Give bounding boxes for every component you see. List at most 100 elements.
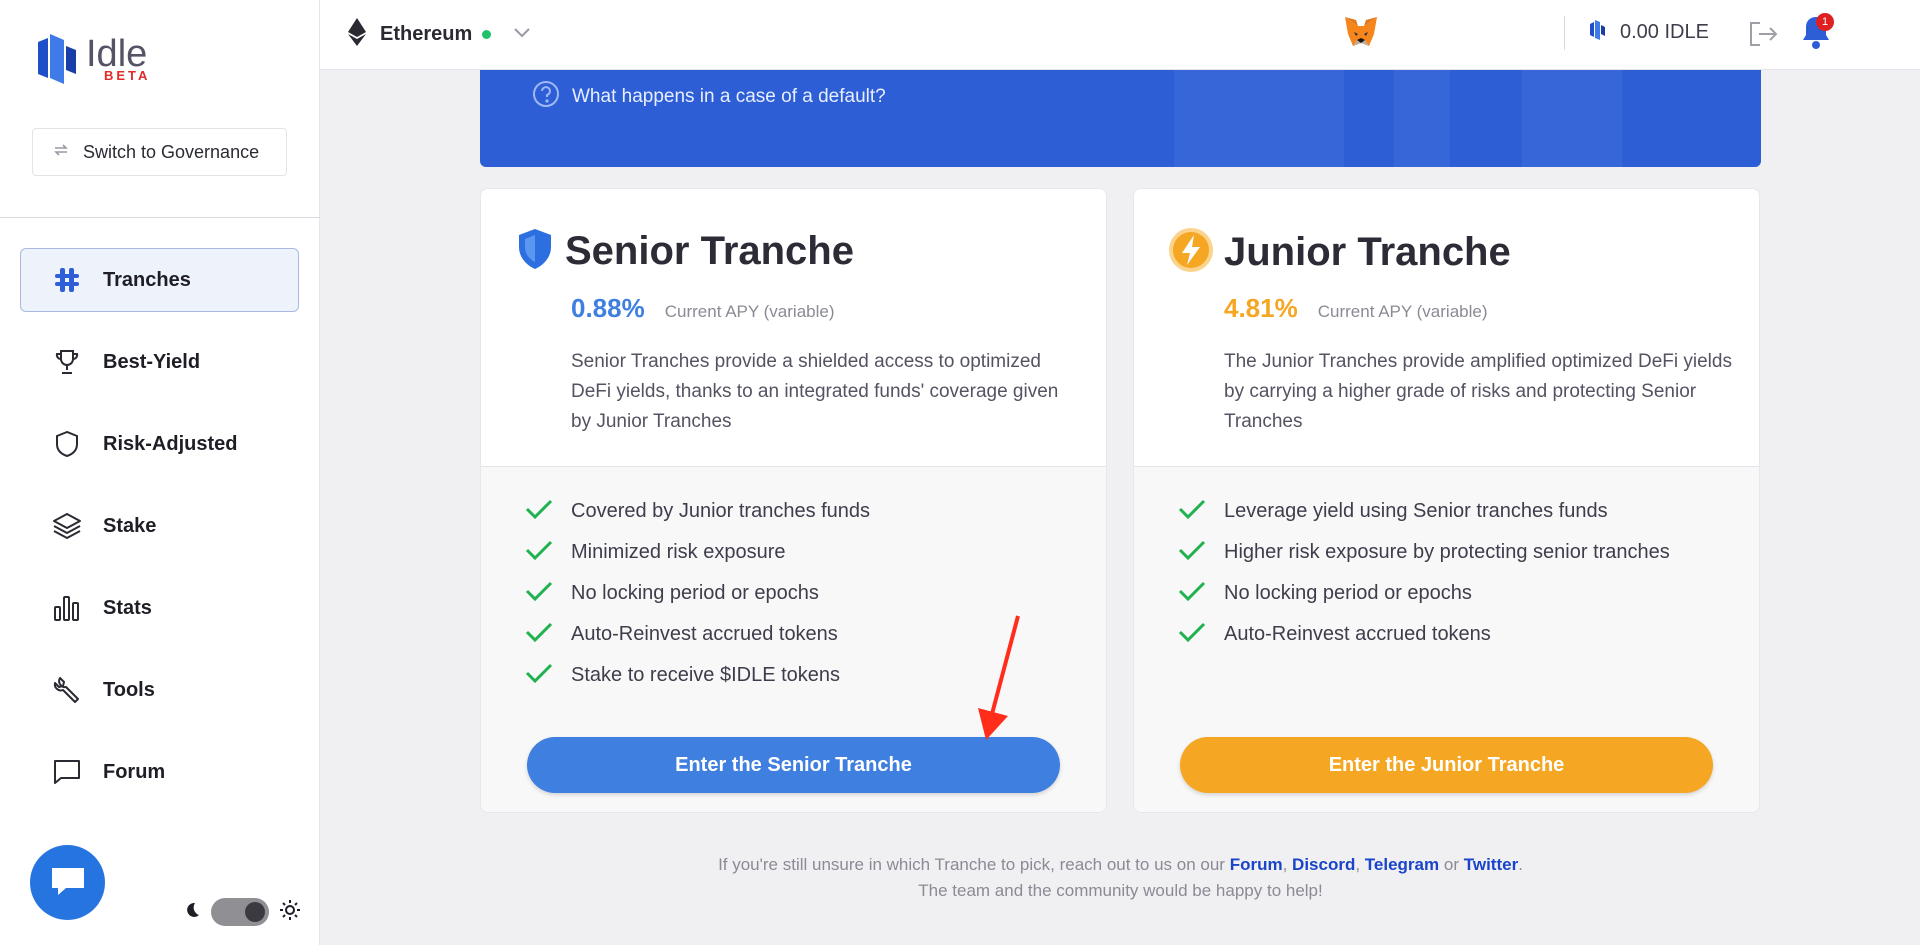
idle-logo-icon <box>38 34 78 84</box>
sidebar-item-tranches[interactable]: Tranches <box>20 248 299 312</box>
check-icon <box>525 498 553 525</box>
feature-text: Minimized risk exposure <box>571 541 786 563</box>
shield-icon <box>51 428 83 460</box>
shield-icon <box>515 227 555 276</box>
feature-text: Auto-Reinvest accrued tokens <box>571 623 838 645</box>
forum-link[interactable]: Forum <box>1230 855 1283 874</box>
question-circle-icon <box>532 80 560 113</box>
feature-text: Higher risk exposure by protecting senio… <box>1224 541 1670 563</box>
tranches-icon <box>51 264 83 296</box>
footer-prefix: If you're still unsure in which Tranche … <box>718 855 1225 874</box>
topbar-divider <box>1564 16 1565 50</box>
feature-text: No locking period or epochs <box>571 582 819 604</box>
network-status-dot <box>482 30 492 39</box>
sidebar-item-label: Stake <box>103 514 157 537</box>
sidebar-item-label: Risk-Adjusted <box>103 432 238 455</box>
topbar: Ethereum 0.00 IDLE 1 <box>320 0 1920 70</box>
layers-icon <box>51 510 83 542</box>
wrench-icon <box>51 674 83 706</box>
network-name: Ethereum <box>380 23 473 45</box>
senior-features-list: Covered by Junior tranches funds Minimiz… <box>525 491 870 696</box>
feature-text: Stake to receive $IDLE tokens <box>571 664 841 686</box>
annotation-arrow <box>970 612 1030 747</box>
notification-count-badge: 1 <box>1816 13 1834 31</box>
sidebar-item-forum[interactable]: Forum <box>20 740 299 804</box>
theme-switcher <box>183 898 301 926</box>
chat-bubble-icon <box>51 756 83 788</box>
switch-to-governance-button[interactable]: Switch to Governance <box>32 128 287 176</box>
sidebar-item-stats[interactable]: Stats <box>20 576 299 640</box>
network-selector[interactable]: Ethereum <box>348 18 531 51</box>
check-icon <box>525 621 553 648</box>
theme-toggle[interactable] <box>211 898 269 926</box>
sidebar-nav: Tranches Best-Yield Risk-Adjusted Stake … <box>20 248 299 822</box>
sidebar-divider <box>0 217 320 218</box>
check-icon <box>1178 580 1206 607</box>
switch-to-governance-label: Switch to Governance <box>83 141 260 162</box>
list-item: No locking period or epochs <box>525 573 870 614</box>
sidebar-item-stake[interactable]: Stake <box>20 494 299 558</box>
chat-icon <box>50 864 86 901</box>
list-item: Minimized risk exposure <box>525 532 870 573</box>
telegram-link[interactable]: Telegram <box>1365 855 1439 874</box>
sidebar-item-label: Forum <box>103 760 166 783</box>
sidebar-item-best-yield[interactable]: Best-Yield <box>20 330 299 394</box>
junior-tranche-description: The Junior Tranches provide amplified op… <box>1224 351 1732 432</box>
junior-tranche-card: Junior Tranche 4.81% Current APY (variab… <box>1133 188 1760 813</box>
twitter-link[interactable]: Twitter <box>1464 855 1518 874</box>
senior-tranche-description: Senior Tranches provide a shielded acces… <box>571 351 1059 432</box>
beta-tag: BETA <box>104 68 151 83</box>
bar-chart-icon <box>51 592 83 624</box>
metamask-fox-icon[interactable] <box>1344 16 1378 53</box>
sidebar-item-tools[interactable]: Tools <box>20 658 299 722</box>
idle-balance[interactable]: 0.00 IDLE <box>1590 20 1709 45</box>
chevron-down-icon[interactable] <box>513 26 531 44</box>
support-chat-button[interactable] <box>30 845 105 920</box>
junior-tranche-title: Junior Tranche <box>1224 230 1511 274</box>
idle-token-icon <box>1590 20 1606 45</box>
lightning-icon <box>1168 227 1214 278</box>
faq-item[interactable]: What happens in a case of a default? <box>532 80 886 113</box>
check-icon <box>1178 621 1206 648</box>
check-icon <box>525 662 553 689</box>
sun-icon <box>279 899 301 926</box>
moon-icon <box>183 901 201 924</box>
feature-text: Covered by Junior tranches funds <box>571 500 871 522</box>
list-item: Stake to receive $IDLE tokens <box>525 655 870 696</box>
idle-balance-amount: 0.00 IDLE <box>1620 21 1709 43</box>
sidebar-item-label: Best-Yield <box>103 350 201 373</box>
senior-apy-label: Current APY (variable) <box>664 302 835 321</box>
check-icon <box>525 580 553 607</box>
list-item: No locking period or epochs <box>1178 573 1670 614</box>
list-item: Auto-Reinvest accrued tokens <box>525 614 870 655</box>
enter-junior-tranche-button[interactable]: Enter the Junior Tranche <box>1180 737 1713 793</box>
sidebar-item-label: Stats <box>103 596 152 619</box>
footer-or: or <box>1443 855 1459 874</box>
idle-logo[interactable]: Idle BETA <box>38 34 150 84</box>
logout-icon[interactable] <box>1748 20 1778 53</box>
discord-link[interactable]: Discord <box>1292 855 1355 874</box>
junior-apy-value: 4.81% <box>1224 293 1298 323</box>
junior-features-list: Leverage yield using Senior tranches fun… <box>1178 491 1670 655</box>
check-icon <box>1178 498 1206 525</box>
check-icon <box>525 539 553 566</box>
list-item: Covered by Junior tranches funds <box>525 491 870 532</box>
faq-banner: What happens in a case of a default? <box>480 70 1761 167</box>
swap-icon <box>51 140 71 165</box>
help-footer: If you're still unsure in which Tranche … <box>480 852 1761 904</box>
senior-apy-value: 0.88% <box>571 293 645 323</box>
sidebar-item-risk-adjusted[interactable]: Risk-Adjusted <box>20 412 299 476</box>
list-item: Higher risk exposure by protecting senio… <box>1178 532 1670 573</box>
footer-line2: The team and the community would be happ… <box>918 881 1323 900</box>
feature-text: Auto-Reinvest accrued tokens <box>1224 623 1491 645</box>
ethereum-icon <box>348 18 366 51</box>
list-item: Leverage yield using Senior tranches fun… <box>1178 491 1670 532</box>
trophy-icon <box>51 346 83 378</box>
senior-tranche-title: Senior Tranche <box>565 229 854 273</box>
check-icon <box>1178 539 1206 566</box>
sidebar-item-label: Tools <box>103 678 155 701</box>
faq-question: What happens in a case of a default? <box>572 85 886 107</box>
feature-text: No locking period or epochs <box>1224 582 1472 604</box>
sidebar-item-label: Tranches <box>103 268 191 291</box>
sidebar: Idle BETA Switch to Governance Tranches <box>0 0 320 945</box>
